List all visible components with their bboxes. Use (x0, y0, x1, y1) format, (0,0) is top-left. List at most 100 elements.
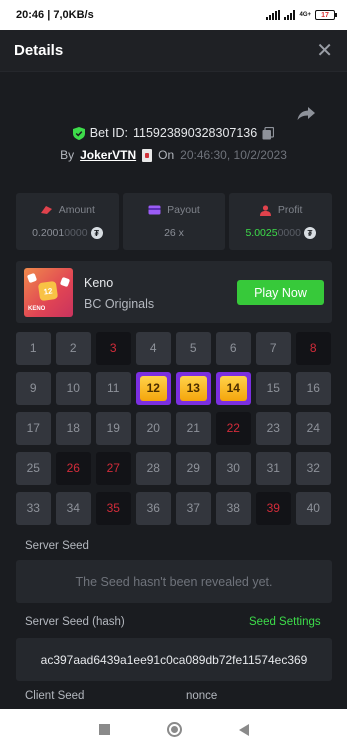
status-speed: 7,0KB/s (53, 9, 94, 21)
keno-cell: 23 (256, 412, 291, 445)
username-link[interactable]: JokerVTN (80, 148, 136, 162)
page-title: Details (14, 42, 64, 59)
tether-icon: ₮ (90, 227, 103, 239)
keno-cell-hit: 12 (136, 372, 171, 405)
keno-hit-gem: 12 (140, 376, 167, 401)
keno-cell: 19 (96, 412, 131, 445)
keno-hit-gem: 14 (220, 376, 247, 401)
keno-cell-miss: 8 (296, 332, 331, 365)
keno-cell: 30 (216, 452, 251, 485)
keno-cell: 37 (176, 492, 211, 525)
status-time: 20:46 (16, 9, 45, 21)
keno-cell-miss: 3 (96, 332, 131, 365)
shield-check-icon (72, 126, 85, 140)
keno-cell: 17 (16, 412, 51, 445)
payout-card: Payout 26 x (122, 193, 226, 250)
amount-card: Amount 0.20010000 ₮ (16, 193, 119, 250)
server-hash-label: Server Seed (hash) (25, 616, 125, 628)
keno-cell: 1 (16, 332, 51, 365)
keno-cell: 21 (176, 412, 211, 445)
amount-icon (40, 206, 52, 214)
keno-cell: 32 (296, 452, 331, 485)
network-label: 4G+ (299, 12, 311, 18)
keno-cell: 11 (96, 372, 131, 405)
keno-cell-miss: 27 (96, 452, 131, 485)
keno-cell: 25 (16, 452, 51, 485)
system-navbar (0, 709, 347, 750)
keno-cell: 16 (296, 372, 331, 405)
bet-id-label: Bet ID: (89, 126, 128, 140)
profit-label: Profit (277, 204, 303, 216)
tether-icon: ₮ (303, 227, 316, 239)
game-card: 12 KENO Keno BC Originals Play Now (16, 261, 332, 323)
server-seed-label: Server Seed (25, 540, 89, 552)
keno-logo: 12 KENO (24, 268, 73, 317)
keno-cell-hit: 13 (176, 372, 211, 405)
amount-value-trailing: 0000 (64, 227, 88, 239)
keno-cell: 10 (56, 372, 91, 405)
keno-hit-gem: 13 (180, 376, 207, 401)
keno-cell-miss: 35 (96, 492, 131, 525)
amount-value: 0.2001 (32, 227, 65, 239)
keno-cell-hit: 14 (216, 372, 251, 405)
keno-cell: 2 (56, 332, 91, 365)
close-icon[interactable]: ✕ (316, 41, 333, 61)
keno-cell: 29 (176, 452, 211, 485)
keno-cell: 5 (176, 332, 211, 365)
keno-cell-miss: 26 (56, 452, 91, 485)
battery-icon: 17 (315, 10, 337, 20)
keno-cell: 15 (256, 372, 291, 405)
keno-cell: 7 (256, 332, 291, 365)
recent-apps-icon[interactable] (98, 724, 110, 735)
payout-label: Payout (167, 204, 200, 216)
server-hash-box: ac397aad6439a1ee91c0ca089db72fe11574ec36… (16, 638, 332, 681)
card-icon (142, 148, 153, 162)
keno-cell: 24 (296, 412, 331, 445)
keno-cell-miss: 22 (216, 412, 251, 445)
amount-label: Amount (58, 204, 95, 216)
keno-cell: 9 (16, 372, 51, 405)
profit-icon (259, 204, 271, 216)
home-icon[interactable] (166, 722, 182, 737)
keno-cell: 20 (136, 412, 171, 445)
game-provider: BC Originals (84, 297, 155, 311)
on-label: On (158, 148, 175, 162)
bet-author-row: By JokerVTN On 20:46:30, 10/2/2023 (0, 148, 347, 162)
signal-icon (266, 10, 281, 20)
signal-icon-2 (284, 10, 296, 20)
by-label: By (60, 148, 75, 162)
bet-id-row: Bet ID: 115923890328307136 (0, 126, 347, 140)
profit-value: 5.0025 (245, 227, 278, 239)
bet-id-value: 115923890328307136 (133, 126, 258, 140)
profit-card: Profit 5.00250000 ₮ (229, 193, 333, 250)
keno-cell: 36 (136, 492, 171, 525)
details-header: Details ✕ (0, 30, 347, 72)
keno-logo-ball: 12 (37, 280, 59, 302)
profit-value-trailing: 0000 (277, 227, 301, 239)
keno-cell: 40 (296, 492, 331, 525)
payout-icon (148, 205, 161, 215)
play-now-button[interactable]: Play Now (237, 280, 324, 305)
share-icon[interactable] (296, 103, 316, 123)
battery-level: 17 (321, 11, 329, 19)
bet-datetime: 20:46:30, 10/2/2023 (180, 148, 287, 162)
keno-logo-word: KENO (28, 306, 46, 312)
keno-cell: 6 (216, 332, 251, 365)
back-icon[interactable] (238, 723, 249, 736)
status-time-speed: 20:46 | 7,0KB/s (16, 9, 94, 21)
keno-cell: 34 (56, 492, 91, 525)
game-name: Keno (84, 276, 114, 290)
keno-cell: 28 (136, 452, 171, 485)
nonce-label: nonce (186, 690, 218, 702)
seed-settings-link[interactable]: Seed Settings (249, 616, 321, 628)
payout-value: 26 x (164, 227, 184, 239)
copy-icon[interactable] (262, 126, 275, 140)
keno-cell-miss: 39 (256, 492, 291, 525)
server-seed-box: The Seed hasn't been revealed yet. (16, 560, 332, 603)
bet-stats: Amount 0.20010000 ₮ Payout 26 x Profit 5… (16, 193, 333, 250)
keno-cell: 33 (16, 492, 51, 525)
keno-cell: 38 (216, 492, 251, 525)
keno-board: 1 2 3 4 5 6 7 8 9 10 11 12 13 14 15 16 17 18 19 20 21 22 23 24 2… (16, 332, 332, 525)
client-seed-label: Client Seed (25, 690, 85, 702)
keno-cell: 31 (256, 452, 291, 485)
